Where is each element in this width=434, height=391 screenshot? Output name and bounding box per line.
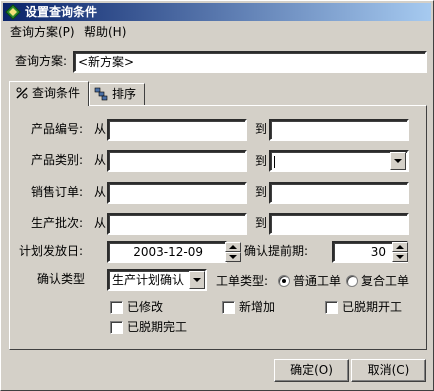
from-label: 从 [94,153,107,167]
delayed-start-label: 已脱期开工 [342,300,403,314]
sales-order-from-input[interactable] [107,182,247,204]
advance-period-label: 确认提前期: [244,244,309,258]
order-type-normal-radio[interactable] [278,275,290,287]
query-dialog: 设置查询条件 查询方案(P) 帮助(H) 查询方案: <新方案> 查询条件 排序… [0,0,434,391]
modified-checkbox[interactable] [110,301,123,314]
from-label: 从 [94,122,107,136]
window-title: 设置查询条件 [25,5,98,19]
advance-period-down-button[interactable] [392,252,408,262]
from-label: 从 [94,185,107,199]
tab-sort-label: 排序 [112,87,137,101]
product-code-to-input[interactable] [269,119,409,141]
to-label: 到 [255,216,268,230]
cancel-button[interactable]: 取消(C) [351,359,426,382]
title-bar[interactable]: 设置查询条件 [3,3,431,21]
modified-label: 已修改 [127,300,164,314]
order-type-composite-label: 复合工单 [361,274,410,288]
menu-query-scheme[interactable]: 查询方案(P) [7,24,78,40]
new-added-checkbox[interactable] [222,301,235,314]
up-arrow-icon [229,245,237,249]
menu-bar: 查询方案(P) 帮助(H) [3,22,431,42]
to-label: 到 [255,154,268,168]
confirm-type-dropdown-button[interactable] [189,271,205,289]
production-batch-label: 生产批次: [31,216,84,230]
tab-query-conditions-label: 查询条件 [32,86,81,100]
product-category-label: 产品类别: [31,153,84,167]
product-category-to-select[interactable] [269,150,409,172]
down-arrow-icon [396,255,404,259]
to-label: 到 [255,185,268,199]
app-icon [5,4,21,20]
production-batch-from-input[interactable] [107,213,247,235]
advance-period-up-button[interactable] [392,242,408,252]
plan-date-input[interactable]: 2003-12-09 [107,241,227,263]
from-label: 从 [94,216,107,230]
order-type-normal-label: 普通工单 [293,274,342,288]
filter-icon [16,87,28,99]
ok-button[interactable]: 确定(O) [274,359,349,382]
order-type-label: 工单类型: [216,274,269,288]
tab-query-conditions[interactable]: 查询条件 [9,81,89,106]
product-category-from-input[interactable] [107,150,247,172]
new-added-label: 新增加 [239,300,276,314]
sales-order-to-input[interactable] [269,182,409,204]
product-code-label: 产品编号: [31,122,84,136]
plan-date-up-button[interactable] [225,242,241,252]
text-caret [274,155,275,168]
product-category-dropdown-button[interactable] [390,152,406,170]
product-code-from-input[interactable] [107,119,247,141]
plan-date-label: 计划发放日: [19,244,84,258]
chevron-down-icon [394,159,402,163]
scheme-input[interactable]: <新方案> [73,51,427,73]
to-label: 到 [255,122,268,136]
order-type-composite-radio[interactable] [346,275,358,287]
menu-help[interactable]: 帮助(H) [81,24,129,40]
up-arrow-icon [396,245,404,249]
chevron-down-icon [193,278,201,282]
plan-date-down-button[interactable] [225,252,241,262]
confirm-type-label: 确认类型 [37,272,86,286]
tab-sort[interactable]: 排序 [89,83,145,105]
sales-order-label: 销售订单: [31,185,84,199]
production-batch-to-input[interactable] [269,213,409,235]
delayed-start-checkbox[interactable] [325,301,338,314]
delayed-finish-checkbox[interactable] [110,321,123,334]
down-arrow-icon [229,255,237,259]
scheme-label: 查询方案: [15,54,68,68]
delayed-finish-label: 已脱期完工 [127,320,188,334]
sort-icon [94,87,108,101]
